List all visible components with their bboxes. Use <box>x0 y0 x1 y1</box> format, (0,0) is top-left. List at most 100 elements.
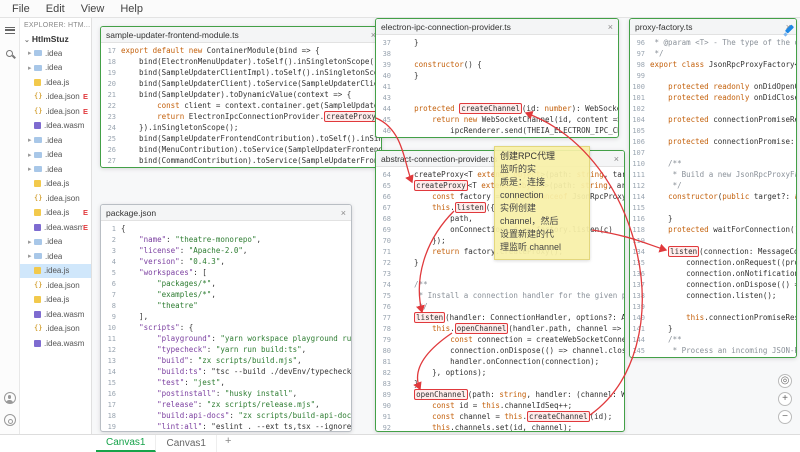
tree-item[interactable]: .idea.jsE <box>20 206 91 221</box>
tree-item[interactable]: .idea.wasm <box>20 336 91 351</box>
code-text: this.openChannel(handler.path, channel =… <box>396 324 624 335</box>
tree-item[interactable]: .idea.wasm <box>20 307 91 322</box>
code-text: ], <box>121 312 148 323</box>
tree-item[interactable]: .idea.js <box>20 177 91 192</box>
js-file-icon <box>34 267 41 274</box>
menu-item-edit[interactable]: Edit <box>38 3 73 15</box>
line-number: 43 <box>376 93 396 104</box>
line-number: 64 <box>376 170 396 181</box>
code-line: 83 } <box>376 379 624 390</box>
canvas-area[interactable]: sample-updater-frontend-module.ts×17expo… <box>92 18 800 434</box>
code-window-electron-ipc-connection-provider[interactable]: electron-ipc-connection-provider.ts× 37 }… <box>375 18 619 138</box>
brush-icon[interactable] <box>784 26 795 37</box>
settings-icon[interactable] <box>4 414 16 426</box>
code-line: 98export class JsonRpcProxyFactory<T e <box>630 60 796 71</box>
zoom-out-icon[interactable]: − <box>778 410 792 424</box>
wasm-file-icon <box>34 311 41 318</box>
code-text: "scripts": { <box>121 323 193 334</box>
zoom-in-icon[interactable]: + <box>778 392 792 406</box>
code-editor: 96 * @param <T> - The type of the object… <box>630 35 796 357</box>
explorer-root-item[interactable]: ⌄HtlmStuz <box>20 32 91 46</box>
add-canvas-tab-button[interactable]: + <box>217 435 239 452</box>
tree-item[interactable]: .idea.js <box>20 264 91 279</box>
code-line: 11 "playground": "yarn workspace playgro… <box>101 334 351 345</box>
line-number: 114 <box>630 192 650 203</box>
error-badge: E <box>83 208 91 217</box>
canvas-tab-2[interactable]: Canvas1 <box>156 435 216 452</box>
code-text: * @param <T> - The type of the object t <box>650 38 796 49</box>
search-icon[interactable] <box>6 50 13 57</box>
user-icon[interactable] <box>4 392 16 404</box>
menu-item-view[interactable]: View <box>73 3 113 15</box>
code-line: 12 "typecheck": "yarn run build:ts", <box>101 345 351 356</box>
tree-item[interactable]: ▸.idea <box>20 133 91 148</box>
menu-item-file[interactable]: File <box>4 3 38 15</box>
code-line: 37 } <box>376 38 618 49</box>
line-number: 22 <box>101 101 121 112</box>
tree-item[interactable]: .idea.js <box>20 293 91 308</box>
code-window-sample-updater-frontend-module[interactable]: sample-updater-frontend-module.ts×17expo… <box>100 26 382 168</box>
close-icon[interactable]: × <box>610 154 619 164</box>
line-number: 97 <box>630 49 650 60</box>
sticky-note-line: 质是：连接 <box>500 176 584 189</box>
file-tree: ▸.idea▸.idea.idea.js{}.idea.jsonE{}.idea… <box>20 46 91 351</box>
tree-item[interactable]: {}.idea.jsonE <box>20 104 91 119</box>
line-number: 2 <box>101 235 121 246</box>
tree-item-label: .idea.json <box>45 194 79 203</box>
line-number: 21 <box>101 90 121 101</box>
line-number: 74 <box>376 280 396 291</box>
js-file-icon <box>34 296 41 303</box>
code-line: 23 return ElectronIpcConnectionProvider.… <box>101 112 381 123</box>
close-icon[interactable]: × <box>337 208 346 218</box>
tree-item[interactable]: ▸.idea <box>20 235 91 250</box>
code-text: "version": "0.4.3", <box>121 257 225 268</box>
tree-item[interactable]: .idea.wasm <box>20 119 91 134</box>
code-line: 89 openChannel(path: string, handler: (c… <box>376 390 624 401</box>
tree-item-label: .idea.json <box>45 324 79 333</box>
line-number: 70 <box>376 236 396 247</box>
code-editor: 1{2 "name": "theatre-monorepo",3 "licens… <box>101 221 351 431</box>
tree-item[interactable]: {}.idea.json <box>20 322 91 337</box>
code-window-package-json[interactable]: package.json×1{2 "name": "theatre-monore… <box>100 204 352 432</box>
tree-item-label: .idea.json <box>45 281 79 290</box>
code-line: 80 connection.onDispose(() => channel.cl… <box>376 346 624 357</box>
line-number: 5 <box>101 268 121 279</box>
code-line: 39 constructor() { <box>376 60 618 71</box>
tree-item[interactable]: {}.idea.jsonE <box>20 90 91 105</box>
tree-item[interactable]: .idea.wasmE <box>20 220 91 235</box>
code-text: openChannel(path: string, handler: (chan… <box>396 390 624 401</box>
menu-item-help[interactable]: Help <box>112 3 151 15</box>
code-line: 78 this.openChannel(handler.path, channe… <box>376 324 624 335</box>
code-line: 79 const connection = createWebSocketCon… <box>376 335 624 346</box>
tree-item[interactable]: {}.idea.json <box>20 191 91 206</box>
code-window-proxy-factory[interactable]: proxy-factory.ts×96 * @param <T> - The t… <box>629 18 797 358</box>
wasm-file-icon <box>34 122 41 129</box>
sticky-note-line: connection <box>500 189 584 202</box>
code-line: 81 handler.onConnection(connection); <box>376 357 624 368</box>
tree-item[interactable]: ▸.idea <box>20 249 91 264</box>
sticky-note[interactable]: 创建RPC代理监听的实质是：连接connection实例创建channel，然后… <box>494 146 590 260</box>
code-line: 25 bind(SampleUpdaterFrontendContributio… <box>101 134 381 145</box>
menu-icon[interactable] <box>5 27 15 34</box>
canvas-tab-1[interactable]: Canvas1 <box>96 435 156 452</box>
tree-item[interactable]: ▸.idea <box>20 61 91 76</box>
code-line: 96 * @param <T> - The type of the object… <box>630 38 796 49</box>
code-text: * Process an incoming JSON-RPC m <box>650 346 796 357</box>
code-line: 136 connection.onNotification((pro <box>630 269 796 280</box>
tree-item[interactable]: ▸.idea <box>20 148 91 163</box>
line-number: 7 <box>101 290 121 301</box>
window-title-bar: electron-ipc-connection-provider.ts× <box>376 19 618 35</box>
recenter-icon[interactable]: ◎ <box>778 374 792 388</box>
code-line: 5 "workspaces": [ <box>101 268 351 279</box>
tree-item[interactable]: ▸.idea <box>20 162 91 177</box>
tree-item[interactable]: .idea.js <box>20 75 91 90</box>
close-icon[interactable]: × <box>604 22 613 32</box>
line-number: 11 <box>101 334 121 345</box>
tree-item[interactable]: ▸.idea <box>20 46 91 61</box>
code-text: ipcRenderer.send(THEIA_ELECTRON_IPC_CHAN… <box>396 126 618 137</box>
code-line: 140 this.connectionPromiseResolve( <box>630 313 796 324</box>
chevron-down-icon: ⌄ <box>24 37 30 44</box>
tree-item[interactable]: {}.idea.json <box>20 278 91 293</box>
json-file-icon: {} <box>34 195 42 202</box>
explorer-panel: EXPLORER: HTM... ⌄HtlmStuz ▸.idea▸.idea.… <box>20 18 92 434</box>
